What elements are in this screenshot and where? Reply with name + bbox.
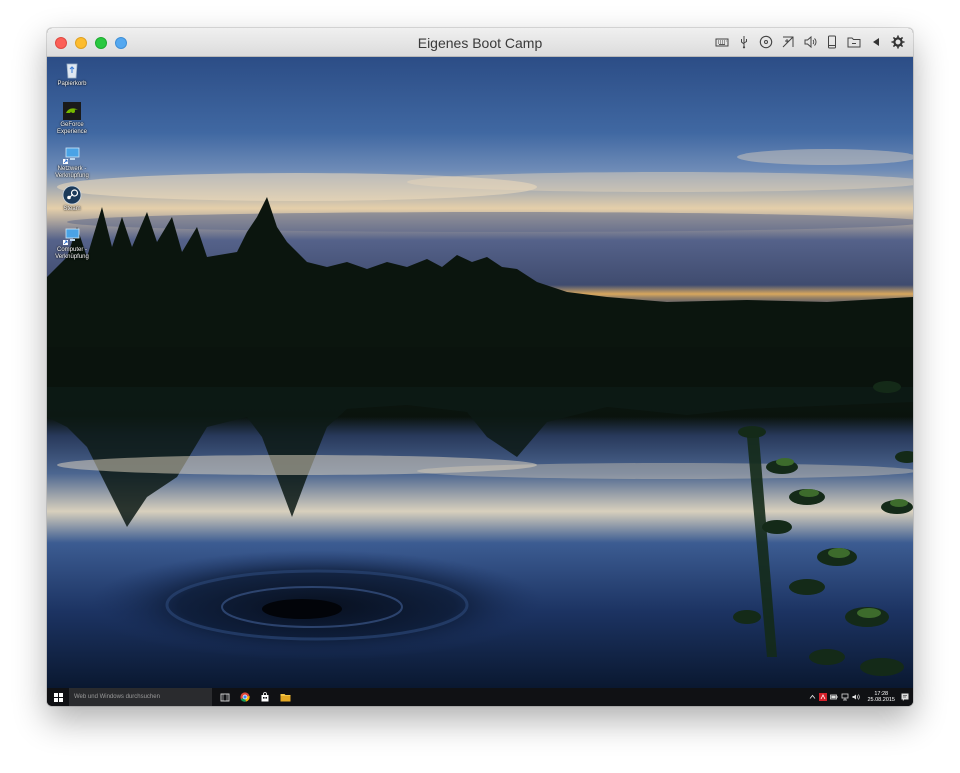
desktop-icon-label: Steam — [63, 206, 81, 212]
desktop-icon-label: GeForce Experience — [56, 122, 88, 135]
taskbar: Web und Windows durchsuchen 17:28 25.08.… — [47, 688, 913, 706]
taskbar-clock[interactable]: 17:28 25.08.2015 — [867, 691, 895, 703]
clock-date: 25.08.2015 — [867, 697, 895, 703]
search-input[interactable]: Web und Windows durchsuchen — [69, 688, 212, 706]
network-tray-icon[interactable] — [841, 693, 849, 701]
start-button[interactable] — [47, 688, 69, 706]
usb-icon[interactable] — [737, 34, 751, 50]
computer-shortcut-icon — [63, 228, 80, 245]
desktop-icon-network[interactable]: Netzwerk - Verknüpfung — [47, 145, 97, 180]
desktop-icon-label: Netzwerk - Verknüpfung — [55, 166, 89, 179]
recycle-bin-icon — [66, 63, 78, 79]
keyboard-icon[interactable] — [715, 34, 729, 50]
windows-desktop[interactable]: Papierkorb GeForce Experience Netzwerk -… — [47, 57, 913, 688]
audio-icon[interactable] — [803, 34, 817, 50]
desktop-icon-label: Papierkorb — [57, 81, 87, 87]
folder-icon[interactable] — [847, 34, 861, 50]
system-tray: 17:28 25.08.2015 — [808, 691, 913, 703]
desktop-icon-geforce[interactable]: GeForce Experience — [47, 101, 97, 136]
cd-icon[interactable] — [759, 34, 773, 50]
vm-window: Eigenes Boot Camp Papierkorb GeForce Exp… — [47, 28, 913, 706]
network-shortcut-icon — [63, 147, 80, 164]
notification-icon[interactable] — [901, 693, 909, 701]
back-arrow-icon[interactable] — [869, 34, 883, 50]
acrobat-icon[interactable] — [819, 693, 828, 701]
explorer-icon[interactable] — [275, 688, 295, 706]
wallpaper — [47, 149, 913, 676]
desktop-icon-steam[interactable]: Steam — [47, 185, 97, 213]
battery-icon[interactable] — [830, 693, 839, 701]
desktop-icon-recycle-bin[interactable]: Papierkorb — [47, 60, 97, 88]
phone-icon[interactable] — [825, 34, 839, 50]
windows-logo-icon — [53, 692, 63, 702]
steam-icon — [62, 185, 82, 205]
vm-toolbar — [715, 34, 905, 50]
volume-icon[interactable] — [852, 693, 861, 701]
chrome-icon[interactable] — [235, 688, 255, 706]
store-icon[interactable] — [255, 688, 275, 706]
task-view-icon[interactable] — [215, 688, 235, 706]
desktop-icon-computer[interactable]: Computer - Verknüpfung — [47, 226, 97, 261]
network-icon[interactable] — [781, 34, 795, 50]
desktop-icon-label: Computer - Verknüpfung — [55, 247, 89, 260]
gear-icon[interactable] — [891, 34, 905, 50]
geforce-icon — [63, 102, 81, 120]
title-bar[interactable]: Eigenes Boot Camp — [47, 28, 913, 57]
chevron-up-icon[interactable] — [808, 693, 816, 701]
